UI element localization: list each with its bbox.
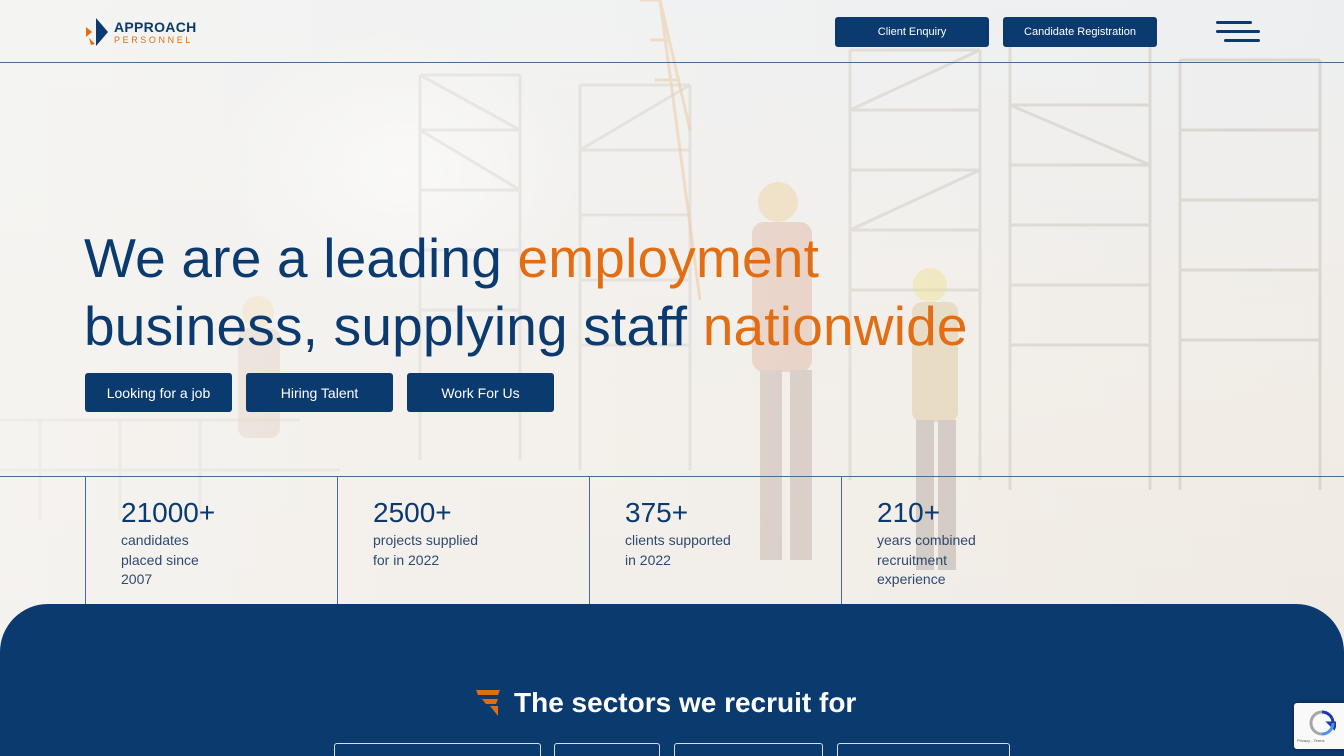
stat-label: projects supplied for in 2022 bbox=[373, 532, 479, 568]
hiring-talent-button[interactable]: Hiring Talent bbox=[246, 373, 393, 412]
stat-clients: 375+ clients supported in 2022 bbox=[589, 477, 841, 607]
sectors-section: The sectors we recruit for bbox=[0, 604, 1344, 756]
stat-candidates: 21000+ candidates placed since 2007 bbox=[85, 477, 337, 607]
headline-line2-text: business, supplying staff bbox=[84, 295, 703, 357]
stat-label: years combined recruitment experience bbox=[877, 532, 976, 587]
stat-label: clients supported in 2022 bbox=[625, 532, 731, 568]
looking-for-a-job-button[interactable]: Looking for a job bbox=[85, 373, 232, 412]
menu-hamburger-icon[interactable] bbox=[1216, 21, 1260, 43]
hero-headline: We are a leading employment business, su… bbox=[84, 224, 1044, 360]
recaptcha-links[interactable]: Privacy - Terms bbox=[1297, 738, 1324, 743]
logo-wordmark-top: APPROACH bbox=[114, 18, 197, 35]
orange-flag-icon bbox=[476, 690, 500, 716]
headline-accent-employment: employment bbox=[517, 227, 820, 289]
stat-experience: 210+ years combined recruitment experien… bbox=[841, 477, 1093, 607]
headline-accent-nationwide: nationwide bbox=[702, 295, 968, 357]
candidate-registration-button[interactable]: Candidate Registration bbox=[1003, 17, 1157, 47]
stat-projects: 2500+ projects supplied for in 2022 bbox=[337, 477, 589, 607]
stat-value: 2500+ bbox=[373, 497, 452, 528]
stat-value: 21000+ bbox=[121, 497, 216, 528]
logo[interactable]: APPROACH PERSONNEL bbox=[84, 17, 197, 47]
stat-value: 210+ bbox=[877, 497, 941, 528]
stat-value: 375+ bbox=[625, 497, 689, 528]
stat-label: candidates placed since 2007 bbox=[121, 532, 199, 587]
recaptcha-badge[interactable]: Privacy - Terms bbox=[1294, 703, 1344, 749]
approach-logo-icon bbox=[84, 18, 110, 46]
headline-line1-text: We are a leading bbox=[84, 227, 518, 289]
sector-tab[interactable] bbox=[837, 743, 1010, 756]
client-enquiry-button[interactable]: Client Enquiry bbox=[835, 17, 989, 47]
stats-strip: 21000+ candidates placed since 2007 2500… bbox=[0, 476, 1344, 607]
sector-tab[interactable] bbox=[334, 743, 541, 756]
sector-tab[interactable] bbox=[674, 743, 823, 756]
site-header: APPROACH PERSONNEL Client Enquiry Candid… bbox=[0, 0, 1344, 63]
sector-tab[interactable] bbox=[554, 743, 660, 756]
recaptcha-icon bbox=[1308, 709, 1339, 737]
sectors-heading: The sectors we recruit for bbox=[514, 687, 857, 718]
work-for-us-button[interactable]: Work For Us bbox=[407, 373, 554, 412]
logo-wordmark-bottom: PERSONNEL bbox=[114, 34, 193, 45]
